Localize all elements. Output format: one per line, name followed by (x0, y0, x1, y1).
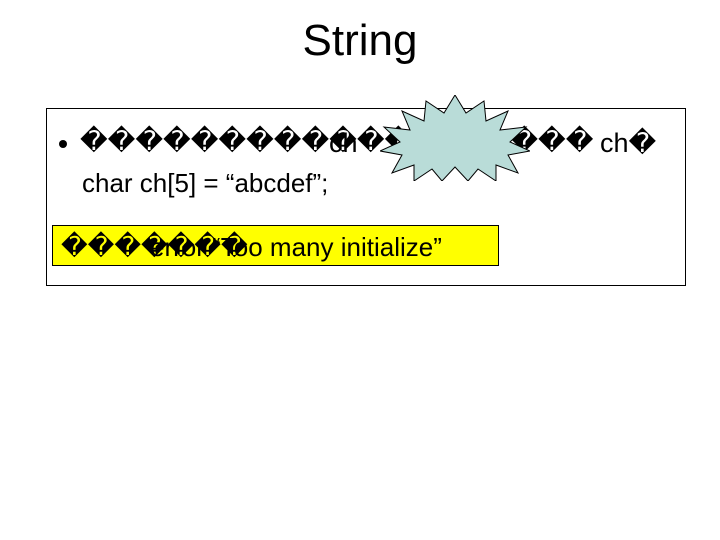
bullet-row: ������������ (59, 128, 412, 155)
slide-title: String (0, 16, 720, 66)
code-line: char ch[5] = “abcdef”; (82, 168, 328, 199)
bullet-dot-icon (59, 140, 67, 148)
overlay-label-ch-1: ch (329, 128, 358, 159)
error-overlay-text: error “Too many initialize” (150, 232, 442, 263)
overlay-label-ch-2: ch� (600, 128, 656, 159)
placeholder-squares-left: ������������ (80, 128, 412, 155)
starburst-polygon (380, 95, 530, 181)
starburst-shape (380, 95, 530, 181)
